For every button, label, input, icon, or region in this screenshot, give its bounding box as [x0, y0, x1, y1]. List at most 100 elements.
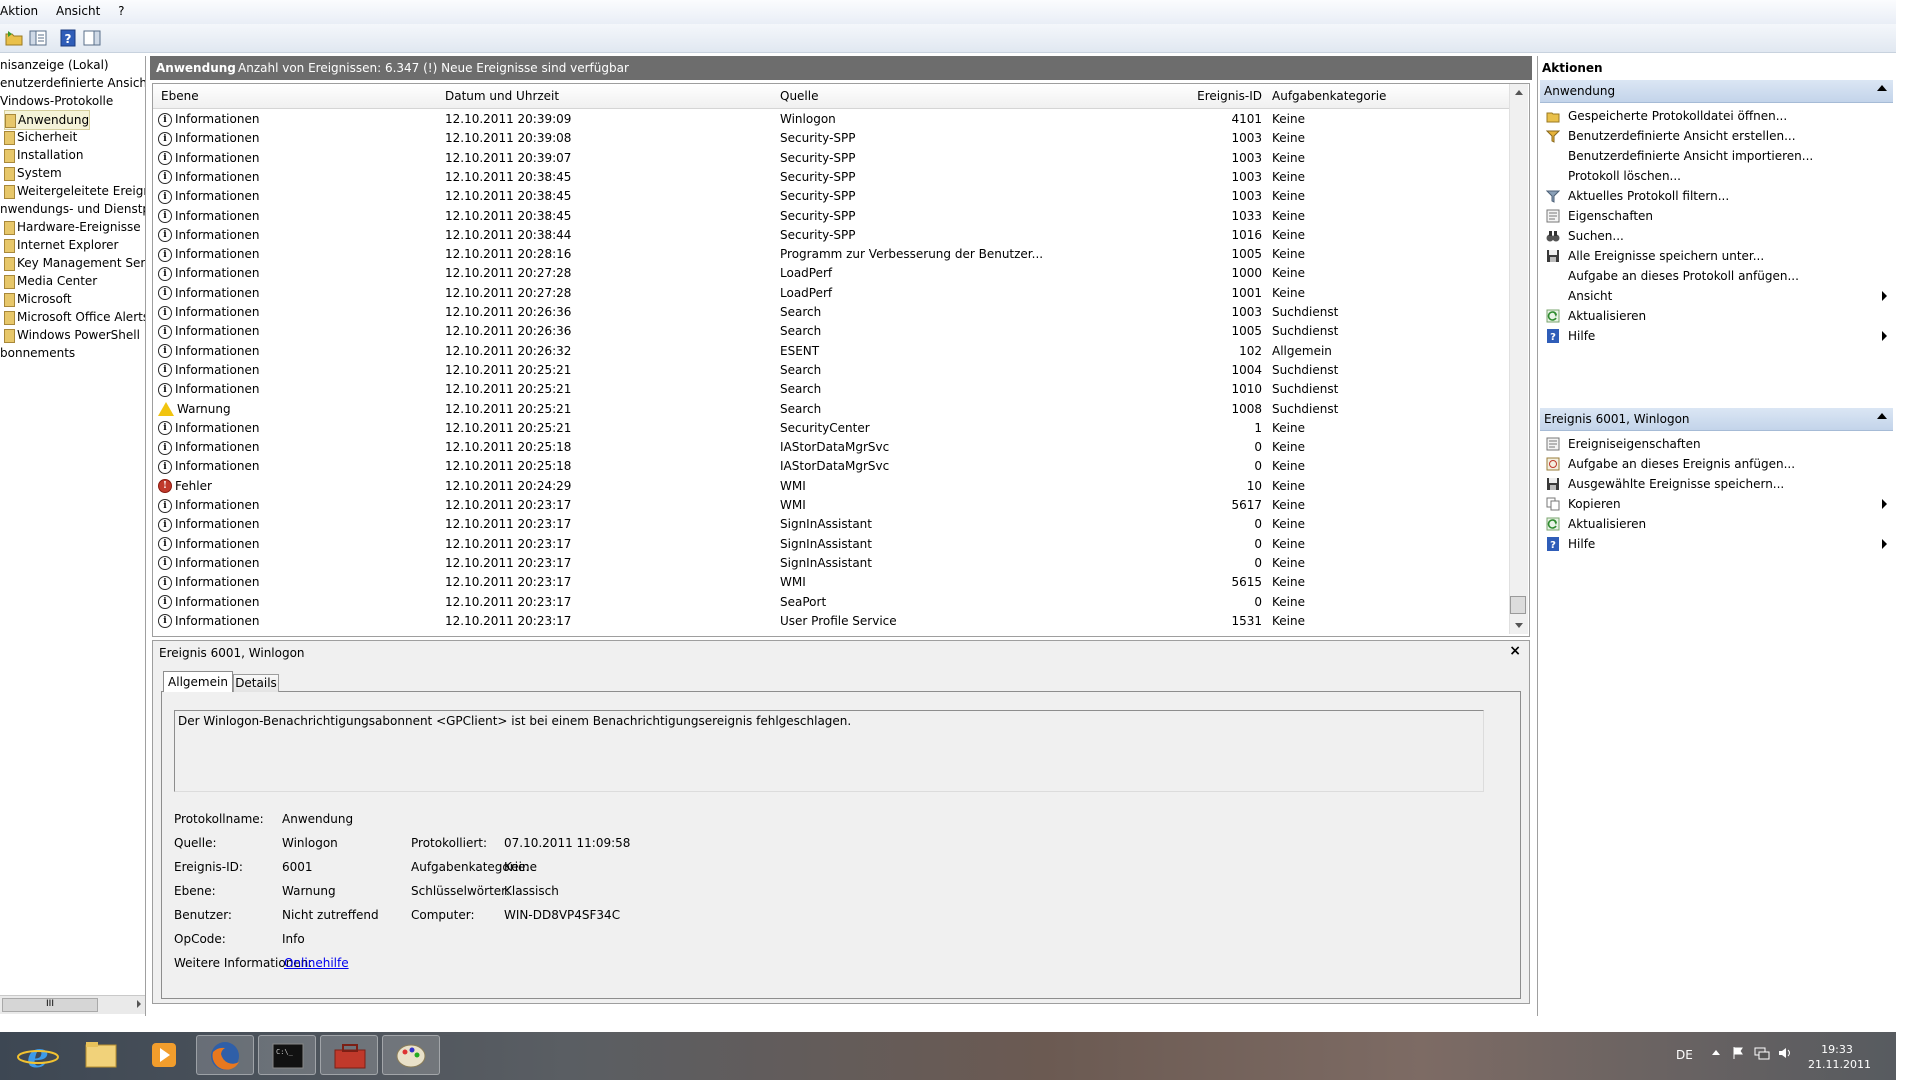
action-item[interactable]: ? Hilfe: [1540, 534, 1893, 554]
action-item[interactable]: Ansicht: [1540, 286, 1893, 306]
action-center-flag-icon[interactable]: [1732, 1046, 1744, 1060]
event-row[interactable]: i Informationen 12.10.2011 20:23:17 SignInA…: [153, 515, 1513, 534]
scroll-up-icon[interactable]: [1515, 90, 1523, 95]
event-row[interactable]: i Informationen 12.10.2011 20:38:44 Securit…: [153, 226, 1513, 245]
tree-item[interactable]: Microsoft Office Alerts: [4, 308, 145, 326]
menu-ansicht[interactable]: Ansicht: [50, 0, 108, 18]
action-item[interactable]: Aktuelles Protokoll filtern...: [1540, 186, 1893, 206]
scroll-down-icon[interactable]: [1515, 623, 1523, 628]
action-item[interactable]: Protokoll löschen...: [1540, 166, 1893, 186]
action-item[interactable]: Ausgewählte Ereignisse speichern...: [1540, 474, 1893, 494]
event-row[interactable]: i Informationen 12.10.2011 20:27:28 LoadPer…: [153, 284, 1513, 303]
event-row[interactable]: i Informationen 12.10.2011 20:25:21 Search 1…: [153, 361, 1513, 380]
volume-icon[interactable]: [1778, 1046, 1792, 1060]
show-hidden-icons-icon[interactable]: [1712, 1050, 1720, 1055]
col-aufgabenkategorie[interactable]: Aufgabenkategorie: [1272, 89, 1386, 103]
event-list-scroll-thumb[interactable]: [1510, 596, 1526, 614]
tree-item[interactable]: nwendungs- und Dienstprotokolle: [0, 200, 145, 218]
action-item[interactable]: Aufgabe an dieses Ereignis anfügen...: [1540, 454, 1893, 474]
event-row[interactable]: i Informationen 12.10.2011 20:25:21 Securit…: [153, 419, 1513, 438]
action-item[interactable]: Suchen...: [1540, 226, 1893, 246]
action-pane-icon[interactable]: [82, 28, 102, 48]
action-item[interactable]: Benutzerdefinierte Ansicht erstellen...: [1540, 126, 1893, 146]
event-row[interactable]: i Informationen 12.10.2011 20:39:07 Securit…: [153, 149, 1513, 168]
event-row[interactable]: i Informationen 12.10.2011 20:23:17 SignInA…: [153, 554, 1513, 573]
event-row[interactable]: i Informationen 12.10.2011 20:23:17 WMI 5615…: [153, 573, 1513, 592]
tab-details[interactable]: Details: [233, 674, 279, 692]
console-tree-icon[interactable]: [28, 28, 48, 48]
close-icon[interactable]: ×: [1509, 643, 1521, 659]
collapse-icon[interactable]: [1877, 413, 1887, 419]
media-player-icon[interactable]: [134, 1035, 192, 1075]
language-indicator[interactable]: DE: [1676, 1048, 1693, 1062]
tree-item[interactable]: Weitergeleitete Ereignisse: [4, 182, 145, 200]
system-clock[interactable]: 19:33 21.11.2011: [1808, 1042, 1871, 1072]
event-message-box[interactable]: Der Winlogon-Benachrichtigungsabonnent <…: [174, 710, 1484, 792]
tree-item[interactable]: Hardware-Ereignisse: [4, 218, 141, 236]
event-row[interactable]: i Informationen 12.10.2011 20:39:08 Securit…: [153, 129, 1513, 148]
col-ereignis-id[interactable]: Ereignis-ID: [1188, 89, 1262, 103]
scroll-right-icon[interactable]: [137, 1000, 141, 1008]
action-item[interactable]: Aufgabe an dieses Protokoll anfügen...: [1540, 266, 1893, 286]
collapse-icon[interactable]: [1877, 85, 1887, 91]
action-item[interactable]: Ereigniseigenschaften: [1540, 434, 1893, 454]
event-row[interactable]: ! Fehler 12.10.2011 20:24:29 WMI 10 Keine: [153, 477, 1513, 496]
event-row[interactable]: i Informationen 12.10.2011 20:23:17 User Pr…: [153, 612, 1513, 631]
action-item[interactable]: Benutzerdefinierte Ansicht importieren..…: [1540, 146, 1893, 166]
event-row[interactable]: i Informationen 12.10.2011 20:25:18 IAStorD…: [153, 457, 1513, 476]
event-row[interactable]: i Informationen 12.10.2011 20:23:17 SignInA…: [153, 535, 1513, 554]
tab-allgemein[interactable]: Allgemein: [163, 671, 233, 692]
event-row[interactable]: i Informationen 12.10.2011 20:26:32 ESENT 10…: [153, 342, 1513, 361]
actions-section-event[interactable]: Ereignis 6001, Winlogon: [1540, 408, 1893, 431]
action-item[interactable]: Aktualisieren: [1540, 514, 1893, 534]
tree-item[interactable]: Windows PowerShell: [4, 326, 140, 344]
toolbox-icon[interactable]: [320, 1035, 378, 1075]
firefox-icon[interactable]: [196, 1035, 254, 1075]
tree-item[interactable]: bonnements: [0, 344, 75, 362]
tree-item[interactable]: Internet Explorer: [4, 236, 118, 254]
event-row[interactable]: i Informationen 12.10.2011 20:38:45 Securit…: [153, 168, 1513, 187]
event-row[interactable]: i Informationen 12.10.2011 20:26:36 Search 1…: [153, 303, 1513, 322]
event-row[interactable]: i Informationen 12.10.2011 20:23:17 SeaPort…: [153, 593, 1513, 612]
col-datum[interactable]: Datum und Uhrzeit: [445, 89, 559, 103]
onlinehilfe-link[interactable]: Onlinehilfe: [284, 956, 349, 970]
tree-item[interactable]: Microsoft: [4, 290, 72, 308]
action-item[interactable]: Alle Ereignisse speichern unter...: [1540, 246, 1893, 266]
tree-item[interactable]: Installation: [4, 146, 83, 164]
menu-aktion[interactable]: Aktion: [0, 0, 46, 18]
action-item[interactable]: Gespeicherte Protokolldatei öffnen...: [1540, 106, 1893, 126]
tree-item[interactable]: nisanzeige (Lokal): [0, 56, 109, 74]
tree-horizontal-scrollbar[interactable]: III: [0, 995, 145, 1014]
action-item[interactable]: ? Hilfe: [1540, 326, 1893, 346]
tree-item[interactable]: enutzerdefinierte Ansichten: [0, 74, 145, 92]
action-item[interactable]: Aktualisieren: [1540, 306, 1893, 326]
actions-section-anwendung[interactable]: Anwendung: [1540, 80, 1893, 103]
event-row[interactable]: i Informationen 12.10.2011 20:27:28 LoadPer…: [153, 264, 1513, 283]
event-row[interactable]: i Informationen 12.10.2011 20:25:18 IAStorD…: [153, 438, 1513, 457]
command-prompt-icon[interactable]: C:\_: [258, 1035, 316, 1075]
paint-icon[interactable]: [382, 1035, 440, 1075]
scrollbar-thumb[interactable]: III: [2, 998, 98, 1012]
open-folder-icon[interactable]: [4, 28, 24, 48]
action-item[interactable]: Kopieren: [1540, 494, 1893, 514]
event-row[interactable]: i Informationen 12.10.2011 20:39:09 Winlogo…: [153, 110, 1513, 129]
explorer-folder-icon[interactable]: [72, 1035, 130, 1075]
tree-item[interactable]: Key Management Service: [4, 254, 145, 272]
event-row[interactable]: i Informationen 12.10.2011 20:25:21 Search 1…: [153, 380, 1513, 399]
menu-help[interactable]: ?: [112, 0, 132, 18]
internet-explorer-icon[interactable]: e: [10, 1035, 68, 1076]
tree-item[interactable]: Vindows-Protokolle: [0, 92, 113, 110]
col-ebene[interactable]: Ebene: [161, 89, 199, 103]
tree-item[interactable]: Media Center: [4, 272, 97, 290]
help-icon[interactable]: ?: [58, 28, 78, 48]
tree-item[interactable]: Anwendung: [4, 110, 91, 130]
event-row[interactable]: Warnung 12.10.2011 20:25:21 Search 1008 Such…: [153, 400, 1513, 419]
tree-item[interactable]: Sicherheit: [4, 128, 77, 146]
event-list-scrollbar[interactable]: [1509, 84, 1528, 634]
action-item[interactable]: Eigenschaften: [1540, 206, 1893, 226]
event-row[interactable]: i Informationen 12.10.2011 20:28:16 Program…: [153, 245, 1513, 264]
event-row[interactable]: i Informationen 12.10.2011 20:23:17 WMI 5617…: [153, 496, 1513, 515]
network-icon[interactable]: [1754, 1046, 1770, 1060]
tree-item[interactable]: System: [4, 164, 62, 182]
event-row[interactable]: i Informationen 12.10.2011 20:38:45 Securit…: [153, 207, 1513, 226]
